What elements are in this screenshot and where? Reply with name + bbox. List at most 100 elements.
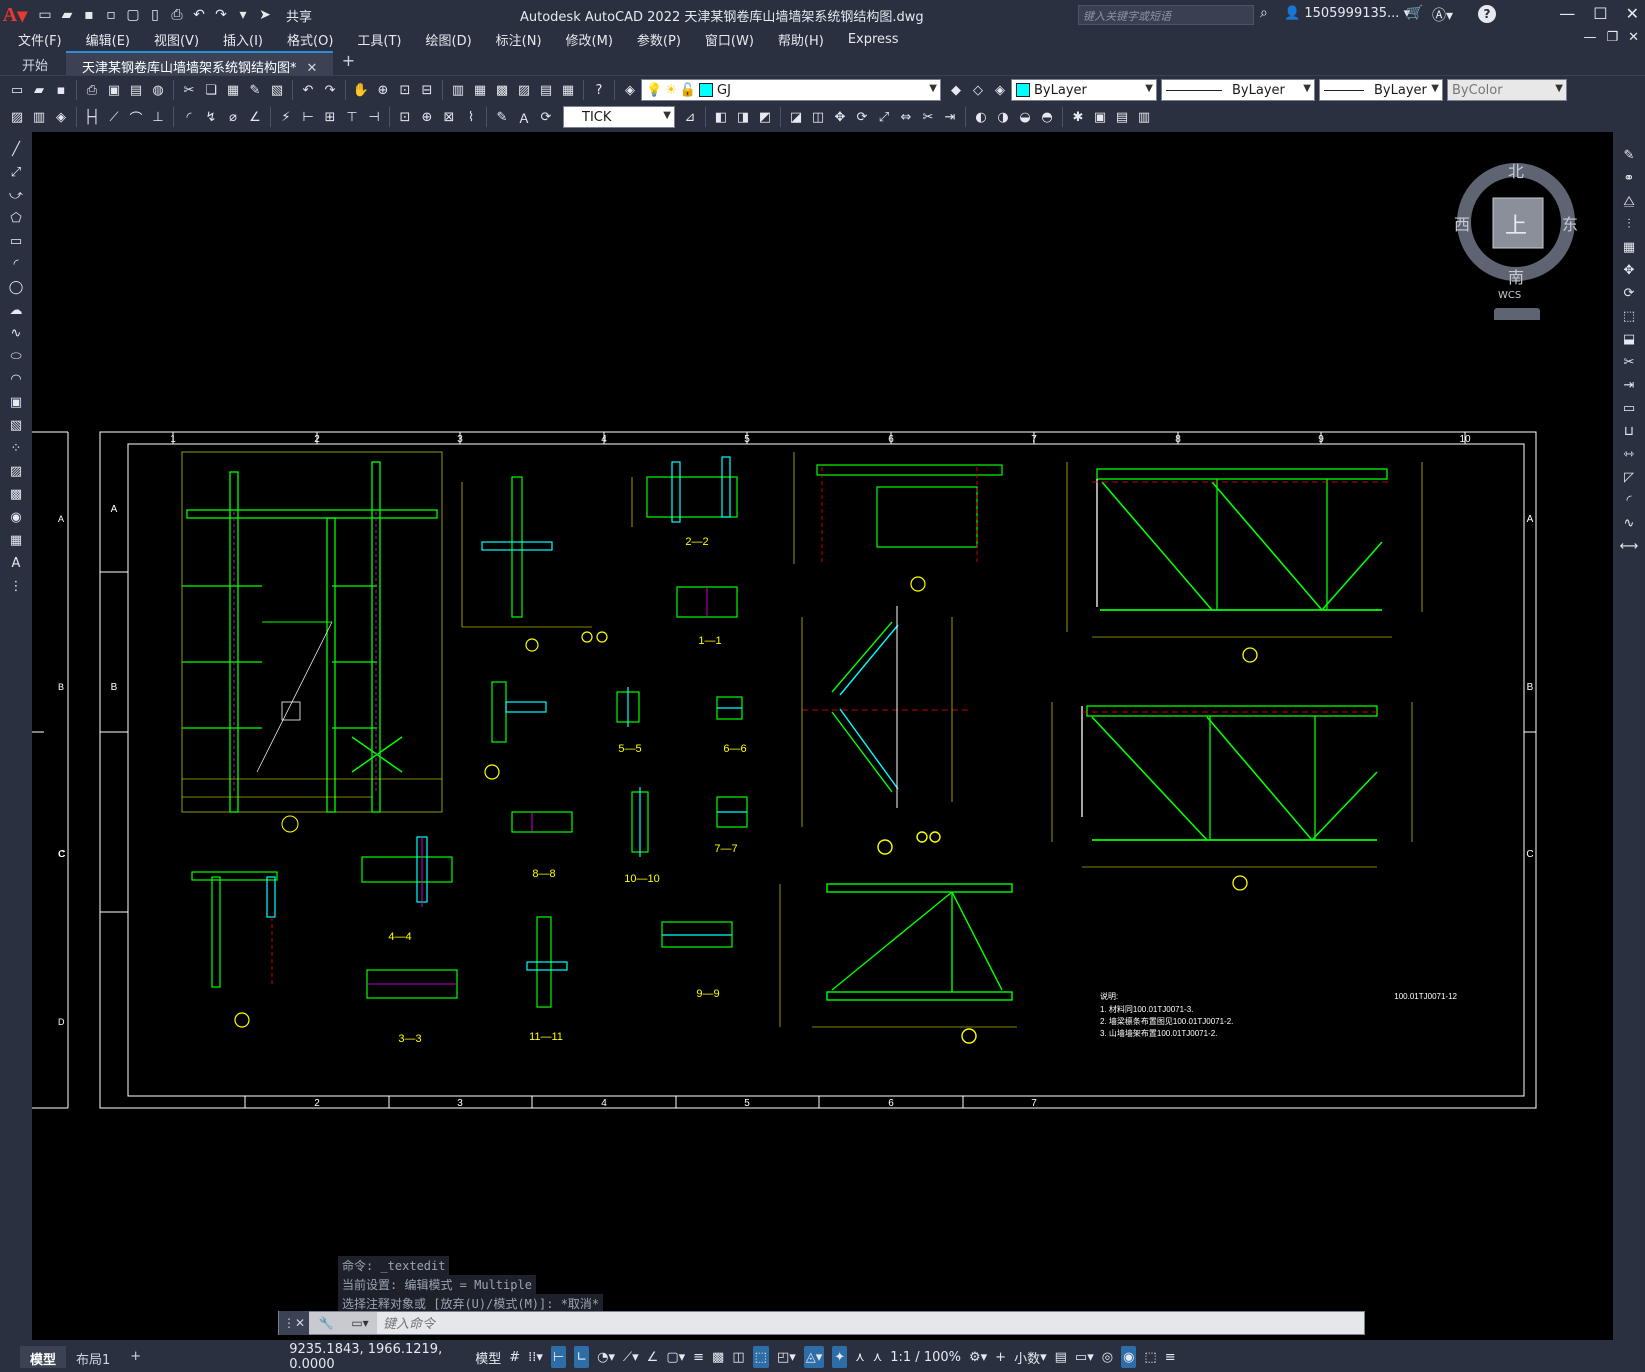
search-input[interactable]: 键入关键字或短语 (1078, 5, 1254, 25)
layer-previous-icon[interactable]: ◇ (969, 81, 987, 99)
cart-icon[interactable]: 🛒 (1406, 5, 1423, 21)
annotation-scale[interactable]: 1:1 / 100% (890, 1346, 961, 1368)
publish-icon[interactable]: ▤ (127, 81, 145, 99)
isolate-objects-icon[interactable]: ◎ (1102, 1346, 1113, 1368)
menu-express[interactable]: Express (848, 32, 899, 47)
menu-help[interactable]: 帮助(H) (778, 30, 824, 49)
menu-view[interactable]: 视图(V) (154, 30, 199, 49)
qnew-icon[interactable]: ▭ (8, 81, 26, 99)
copy-object-icon[interactable]: ◨ (734, 108, 752, 126)
mirror-icon[interactable]: ⧋ (1619, 192, 1639, 211)
save-icon[interactable]: ▪ (52, 81, 70, 99)
zoom-realtime-icon[interactable]: ⊕ (374, 81, 392, 99)
menu-file[interactable]: 文件(F) (18, 30, 62, 49)
undo-icon[interactable]: ↶ (190, 6, 208, 24)
redo-icon[interactable]: ↷ (321, 81, 339, 99)
grid-icon[interactable]: # (509, 1346, 520, 1368)
insert-block-icon[interactable]: ▣ (6, 393, 26, 412)
radius-dim-icon[interactable]: ◜ (180, 108, 198, 126)
copy-icon[interactable]: ❏ (202, 81, 220, 99)
array-icon[interactable]: ▦ (1619, 238, 1639, 257)
tolerance-icon[interactable]: ⊡ (396, 108, 414, 126)
save-icon[interactable]: ▪ (80, 6, 98, 24)
diameter-dim-icon[interactable]: ⌀ (224, 108, 242, 126)
table-icon[interactable]: ▦ (6, 531, 26, 550)
dimstyle-dropdown[interactable]: TICK ▼ (563, 106, 675, 128)
add-selected-icon[interactable]: ⋮ (6, 577, 26, 596)
copy-icon[interactable]: ⚭ (1619, 169, 1639, 188)
stretch-icon[interactable]: ⬓ (1619, 330, 1639, 349)
drawing-canvas[interactable]: A B C D 1 2 3 4 5 6 7 8 9 10 2 3 4 5 6 7… (32, 132, 1613, 1340)
layer-properties-icon[interactable]: ◈ (621, 81, 639, 99)
join-icon[interactable]: ◑ (994, 108, 1012, 126)
viewcube-east[interactable]: 东 (1562, 211, 1578, 235)
isometric-icon[interactable]: ⟋▾ (623, 1346, 639, 1368)
selection-filter-icon[interactable]: ◬▾ (803, 1346, 825, 1368)
undo-icon[interactable]: ↶ (299, 81, 317, 99)
selection-cycling-icon[interactable]: ◫ (732, 1346, 744, 1368)
polar-tracking-icon[interactable]: ◔▾ (597, 1346, 615, 1368)
explode-icon[interactable]: ⟷ (1619, 537, 1639, 556)
revision-cloud-icon[interactable]: ☁ (6, 301, 26, 320)
menu-window[interactable]: 窗口(W) (705, 30, 754, 49)
baseline-dim-icon[interactable]: ⊢ (299, 108, 317, 126)
paste-icon[interactable]: ▦ (224, 81, 242, 99)
quick-dim-icon[interactable]: ⚡ (277, 108, 295, 126)
color-dropdown[interactable]: ByLayer ▼ (1011, 79, 1157, 101)
design-center-icon[interactable]: ▦ (471, 81, 489, 99)
aligned-dim-icon[interactable]: ⟋ (105, 108, 123, 126)
dim-space-icon[interactable]: ⊤ (343, 108, 361, 126)
chamfer-icon[interactable]: ◸ (1619, 468, 1639, 487)
layer-dropdown[interactable]: 💡 ☀ 🔓 GJ ▼ (641, 79, 941, 101)
object-snap-tracking-icon[interactable]: ∠ (647, 1346, 659, 1368)
polyline-icon[interactable]: ⤻ (6, 186, 26, 205)
line-icon[interactable]: ╱ (6, 140, 26, 159)
coordinate-readout[interactable]: 9235.1843, 1966.1219, 0.0000 (289, 1342, 471, 1372)
menu-dimension[interactable]: 标注(N) (496, 30, 542, 49)
fillet-icon[interactable]: ◜ (1619, 491, 1639, 510)
viewcube[interactable]: 北 南 东 西 上 WCS (1436, 150, 1596, 324)
autocad-logo-icon[interactable]: A ▾ (0, 0, 30, 30)
angular-dim-icon[interactable]: ∠ (246, 108, 264, 126)
center-mark-icon[interactable]: ⊕ (418, 108, 436, 126)
fillet-icon[interactable]: ◓ (1038, 108, 1056, 126)
cut-icon[interactable]: ✂ (180, 81, 198, 99)
lineweight-icon[interactable]: ≡ (693, 1346, 704, 1368)
viewcube-top-face[interactable]: 上 (1505, 208, 1527, 240)
region-icon[interactable]: ◉ (6, 508, 26, 527)
open-icon[interactable]: ▰ (30, 81, 48, 99)
menu-parametric[interactable]: 参数(P) (637, 30, 681, 49)
menu-modify[interactable]: 修改(M) (566, 30, 613, 49)
workspace-gear-icon[interactable]: ⚙▾ (969, 1346, 987, 1368)
recent-commands-icon[interactable]: ▭▾ (343, 1312, 377, 1334)
mirror-icon[interactable]: ◩ (756, 108, 774, 126)
lineweight-dropdown[interactable]: ByLayer ▼ (1319, 79, 1443, 101)
command-line-grip[interactable]: ⋮✕ (279, 1311, 309, 1335)
match-layer-icon[interactable]: ▥ (30, 108, 48, 126)
trim-icon[interactable]: ✂ (1619, 353, 1639, 372)
menu-format[interactable]: 格式(O) (287, 30, 333, 49)
open-file-icon[interactable]: ▰ (58, 6, 76, 24)
3d-osnap-icon[interactable]: ⬚ (752, 1346, 769, 1368)
rotate-icon[interactable]: ⟳ (853, 108, 871, 126)
doc-minimize-button[interactable]: — (1583, 30, 1596, 45)
sheet-set-icon[interactable]: ▨ (515, 81, 533, 99)
calculator-icon[interactable]: ▦ (559, 81, 577, 99)
offset-icon[interactable]: ⫶ (1619, 215, 1639, 234)
menu-insert[interactable]: 插入(I) (223, 30, 263, 49)
jogged-linear-icon[interactable]: ⌇ (462, 108, 480, 126)
customize-qa-icon[interactable]: ▾ (234, 6, 252, 24)
plot-icon[interactable]: ⎙ (83, 81, 101, 99)
layer-state-icon[interactable]: ◈ (991, 81, 1009, 99)
dim-update-icon[interactable]: ⟳ (537, 108, 555, 126)
circle-icon[interactable]: ◯ (6, 278, 26, 297)
3d-print-icon[interactable]: ◍ (149, 81, 167, 99)
dimstyle-manager-icon[interactable]: ⊿ (681, 108, 699, 126)
draworder-icon[interactable]: ▣ (1091, 108, 1109, 126)
graphics-performance-icon[interactable]: ◉ (1121, 1346, 1137, 1368)
polygon-icon[interactable]: ⬠ (6, 209, 26, 228)
move-icon[interactable]: ✥ (831, 108, 849, 126)
doc-close-button[interactable]: ✕ (1628, 30, 1639, 45)
save-mobile-icon[interactable]: ▯ (146, 6, 164, 24)
pedit-icon[interactable]: ▤ (1113, 108, 1131, 126)
